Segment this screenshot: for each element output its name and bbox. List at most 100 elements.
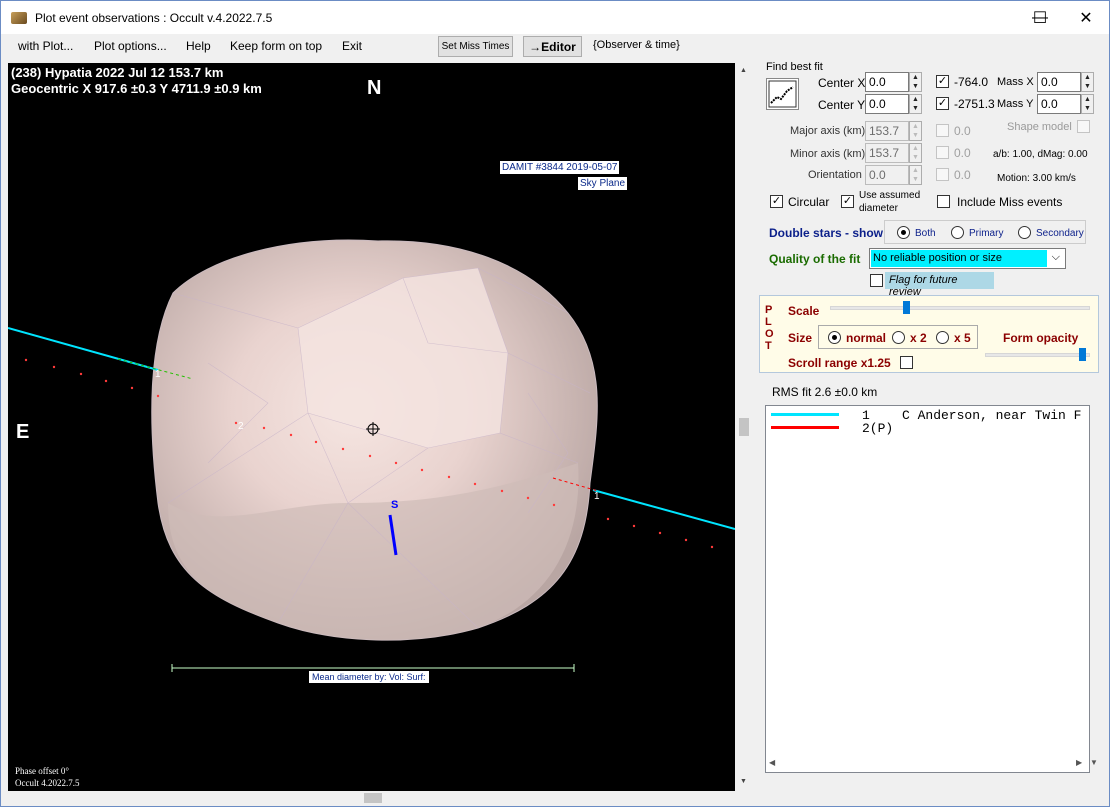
shape-model-checkbox[interactable]	[1077, 120, 1090, 133]
quality-of-fit-dropdown[interactable]: No reliable position or size ⌵	[869, 248, 1066, 269]
form-opacity-slider-thumb[interactable]	[1079, 348, 1087, 361]
menu-with-plot[interactable]: with Plot...	[18, 39, 73, 53]
app-window: Plot event observations : Occult v.4.202…	[0, 0, 1110, 807]
minor-axis-spinner[interactable]: ▲ ▼	[909, 143, 922, 163]
plot-vertical-scrollbar[interactable]: ▲ ▼	[737, 63, 751, 791]
menu-help[interactable]: Help	[186, 39, 211, 53]
size-label: Size	[788, 331, 813, 345]
scale-slider[interactable]	[830, 306, 1090, 310]
center-y-offset-value: -2751.3	[954, 97, 995, 111]
primary-label: Primary	[969, 228, 1004, 239]
east-label: E	[16, 421, 30, 443]
mass-x-spinner[interactable]: ▲ ▼	[1081, 72, 1094, 92]
chord-2-label: 2	[238, 421, 244, 432]
north-label: N	[367, 77, 382, 99]
center-y-fit-checkbox[interactable]: ✓	[936, 97, 949, 110]
center-x-spinner[interactable]: ▲ ▼	[909, 72, 922, 92]
find-best-fit-label: Find best fit	[766, 61, 823, 73]
center-x-fit-checkbox[interactable]: ✓	[936, 75, 949, 88]
close-button[interactable]: ✕	[1063, 1, 1109, 34]
center-x-input[interactable]: 0.0	[865, 72, 909, 92]
legend-row-2[interactable]: 2(P)	[766, 421, 1106, 436]
menu-bar: with Plot... Plot options... Help Keep f…	[1, 34, 1109, 59]
both-radio[interactable]	[897, 226, 910, 239]
scroll-range-checkbox[interactable]	[900, 356, 913, 369]
center-y-input[interactable]: 0.0	[865, 94, 909, 114]
menu-keep-form-on-top[interactable]: Keep form on top	[230, 39, 322, 53]
primary-radio[interactable]	[951, 226, 964, 239]
chord-1-label-west: 1	[155, 369, 161, 380]
legend-scroll-left-icon[interactable]: ◀	[766, 758, 775, 767]
center-x-offset-value: -764.0	[954, 75, 989, 89]
scroll-down-icon[interactable]: ▼	[740, 778, 747, 785]
major-axis-spinner[interactable]: ▲ ▼	[909, 121, 922, 141]
double-stars-label: Double stars - show	[769, 226, 884, 240]
orientation-fit-value: 0.0	[954, 168, 971, 182]
major-axis-input[interactable]: 153.7	[865, 121, 909, 141]
rms-fit-label: RMS fit 2.6 ±0.0 km	[772, 385, 878, 399]
damit-model-label: DAMIT #3844 2019-05-07	[500, 161, 620, 174]
observer-legend-list[interactable]: 1 C Anderson, near Twin F 2(P) ▼ ◀ ▶	[765, 405, 1098, 773]
observer-time-label[interactable]: {Observer & time}	[593, 39, 680, 51]
legend-scroll-right-icon[interactable]: ▶	[1076, 758, 1082, 767]
menu-plot-options[interactable]: Plot options...	[94, 39, 167, 53]
plot-controls-box: PLOT Scale Size normal x 2 x 5 Form opac…	[759, 295, 1099, 373]
major-axis-fit-checkbox[interactable]	[936, 124, 949, 137]
both-label: Both	[915, 228, 936, 239]
quality-of-fit-value: No reliable position or size	[871, 250, 1047, 267]
scroll-thumb-horizontal[interactable]	[364, 793, 382, 803]
control-panel: Find best fit Center X 0.0 ▲ ▼ Center Y 0…	[751, 59, 1109, 805]
menu-exit[interactable]: Exit	[342, 39, 362, 53]
orientation-input[interactable]: 0.0	[865, 165, 909, 185]
version-label: Occult 4.2022.7.5	[15, 778, 80, 788]
minor-axis-input[interactable]: 153.7	[865, 143, 909, 163]
sky-plane-label: Sky Plane	[578, 177, 628, 190]
plot-horizontal-scrollbar[interactable]	[8, 791, 735, 805]
south-label: S	[391, 499, 399, 511]
editor-button[interactable]: →Editor	[523, 36, 582, 57]
minor-axis-label: Minor axis (km)	[790, 148, 866, 160]
set-miss-times-button[interactable]: Set Miss Times	[438, 36, 513, 57]
mass-x-input[interactable]: 0.0	[1037, 72, 1081, 92]
mass-y-spinner[interactable]: ▲ ▼	[1081, 94, 1094, 114]
mass-y-input[interactable]: 0.0	[1037, 94, 1081, 114]
secondary-radio[interactable]	[1018, 226, 1031, 239]
quality-of-fit-label: Quality of the fit	[769, 252, 861, 266]
scale-label: Scale	[788, 304, 820, 318]
minor-axis-fit-checkbox[interactable]	[936, 146, 949, 159]
legend-scroll-down-icon[interactable]: ▼	[1090, 758, 1098, 767]
flag-review-label: Flag for future review	[885, 272, 994, 298]
size-normal-radio[interactable]	[828, 331, 841, 344]
circular-checkbox[interactable]: ✓	[770, 195, 783, 208]
orientation-fit-checkbox[interactable]	[936, 168, 949, 181]
center-y-spinner[interactable]: ▲ ▼	[909, 94, 922, 114]
size-x5-radio[interactable]	[936, 331, 949, 344]
use-assumed-label-2: diameter	[859, 203, 898, 214]
best-fit-chart-icon	[768, 80, 797, 108]
plot-canvas[interactable]: (238) Hypatia 2022 Jul 12 153.7 km Geoce…	[8, 63, 735, 791]
find-best-fit-button[interactable]	[766, 78, 799, 110]
form-opacity-label: Form opacity	[1003, 331, 1079, 345]
maximize-button[interactable]: ☐	[1017, 1, 1063, 34]
major-axis-label: Major axis (km)	[790, 125, 866, 137]
flag-review-checkbox[interactable]	[870, 274, 883, 287]
legend-line-1	[771, 413, 839, 416]
use-assumed-diameter-checkbox[interactable]: ✓	[841, 195, 854, 208]
include-miss-events-checkbox[interactable]	[937, 195, 950, 208]
size-normal-label: normal	[846, 331, 887, 345]
major-axis-fit-value: 0.0	[954, 124, 971, 138]
minor-axis-fit-value: 0.0	[954, 146, 971, 160]
scale-slider-thumb[interactable]	[903, 301, 911, 314]
secondary-label: Secondary	[1036, 228, 1084, 239]
shape-model-label: Shape model	[1007, 121, 1072, 133]
legend-row-1[interactable]: 1 C Anderson, near Twin F	[766, 408, 1106, 423]
legend-line-2	[771, 426, 839, 429]
scroll-thumb-vertical[interactable]	[739, 418, 749, 436]
center-y-label: Center Y	[818, 98, 866, 112]
title-bar: Plot event observations : Occult v.4.202…	[1, 1, 1109, 34]
form-opacity-slider[interactable]	[985, 353, 1090, 357]
size-x2-radio[interactable]	[892, 331, 905, 344]
orientation-spinner[interactable]: ▲ ▼	[909, 165, 922, 185]
scroll-up-icon[interactable]: ▲	[740, 67, 747, 74]
mass-x-label: Mass X	[997, 76, 1034, 88]
